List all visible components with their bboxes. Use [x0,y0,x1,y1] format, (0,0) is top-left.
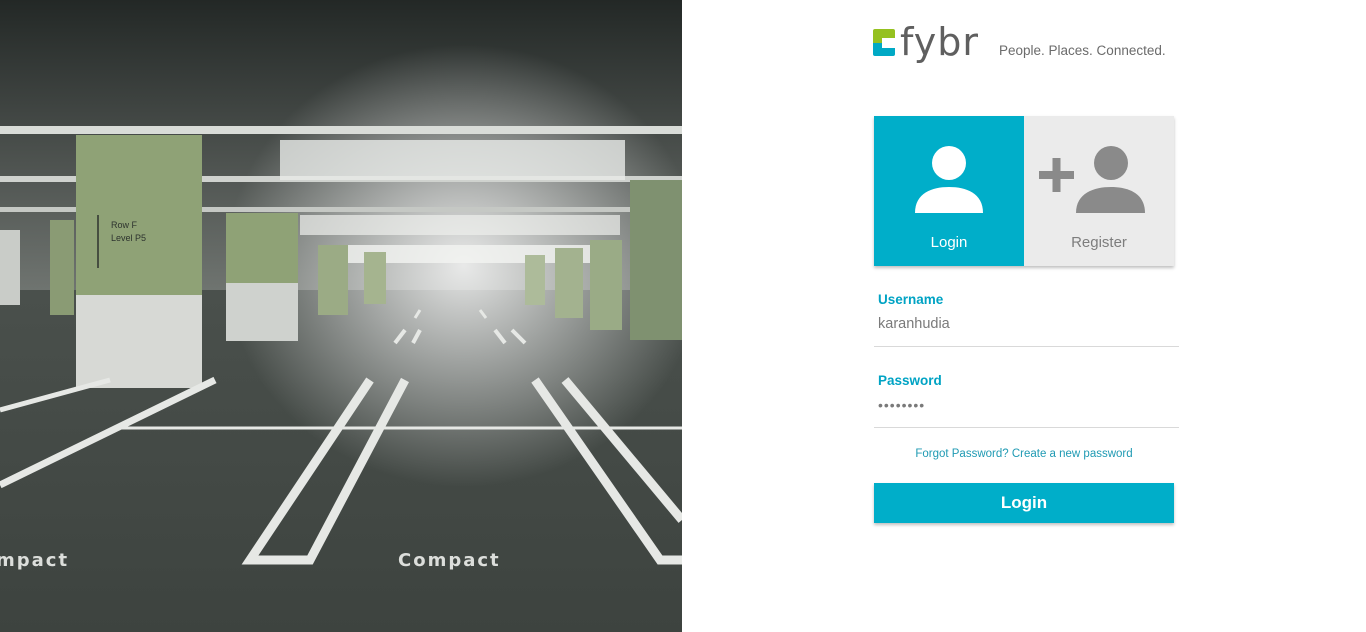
tab-register[interactable]: Register [1024,116,1174,266]
auth-tabs: Login Register [874,116,1174,266]
user-icon [915,146,983,213]
hero-image: Row F Level P5 Compact mpact [0,0,682,632]
parking-garage-illustration: Row F Level P5 Compact mpact [0,0,682,632]
forgot-password-link[interactable]: Forgot Password? Create a new password [874,448,1174,460]
password-underline [874,427,1179,428]
username-input[interactable]: karanhudia [878,313,1179,335]
hero-sign-row: Row F [111,220,138,230]
username-underline [874,346,1179,347]
logo-mark-icon [873,29,895,56]
tab-login-label: Login [930,234,968,251]
password-label: Password [878,373,942,388]
tab-register-label: Register [1071,234,1127,251]
logo-wordmark: fybr [900,20,979,64]
username-label: Username [878,292,944,307]
login-panel: fybr People. Places. Connected. Login Re… [682,0,1366,632]
password-input[interactable]: •••••••• [878,394,1179,416]
hero-floor-text-right: Compact [398,550,501,571]
hero-sign-level: Level P5 [111,233,146,243]
brand-logo: fybr People. Places. Connected. [873,20,1193,68]
hero-floor-text-left: mpact [0,550,69,571]
brand-tagline: People. Places. Connected. [999,43,1166,58]
tab-login[interactable]: Login [874,116,1024,266]
password-field[interactable]: Password •••••••• [874,373,1179,428]
username-field[interactable]: Username karanhudia [874,292,1179,347]
add-user-icon [1039,146,1145,213]
login-button[interactable]: Login [874,483,1174,523]
